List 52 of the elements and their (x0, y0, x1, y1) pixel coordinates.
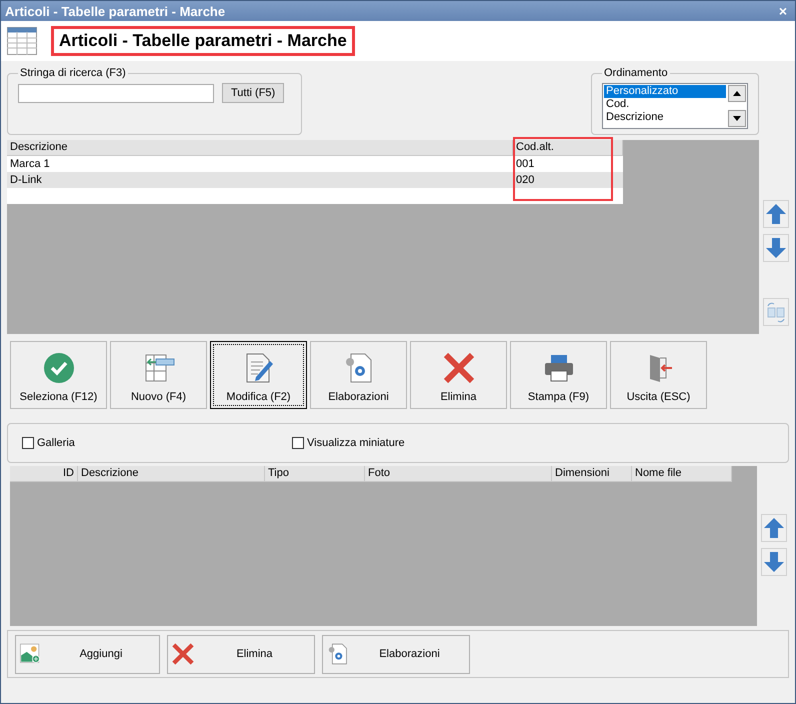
move-up-button[interactable] (761, 514, 787, 542)
caret-up-icon (733, 91, 741, 96)
caret-down-icon (733, 116, 741, 121)
down-arrow-icon (763, 551, 785, 573)
column-header[interactable]: Dimensioni (552, 466, 632, 482)
delete-icon (442, 351, 476, 385)
scroll-up-button[interactable] (728, 85, 746, 102)
scroll-down-button[interactable] (728, 110, 746, 127)
toolbar-button[interactable]: Elaborazioni (310, 341, 407, 409)
checkmark-icon (42, 351, 76, 385)
checkbox[interactable] (22, 437, 34, 449)
move-up-button[interactable] (763, 200, 789, 228)
column-header[interactable]: Nome file (632, 466, 732, 482)
image-add-icon (19, 642, 43, 666)
page-title: Articoli - Tabelle parametri - Marche (59, 31, 347, 50)
move-down-button[interactable] (763, 234, 789, 262)
up-arrow-icon (765, 203, 787, 225)
column-header[interactable]: ID (10, 466, 78, 482)
toolbar-button[interactable]: Modifica (F2) (210, 341, 307, 409)
action-button[interactable]: Elaborazioni (322, 634, 470, 674)
column-header[interactable]: Cod.alt. (513, 140, 623, 156)
document-gear-icon (326, 642, 350, 666)
action-button[interactable]: Elimina (167, 634, 315, 674)
toolbar-button[interactable]: Seleziona (F12) (10, 341, 107, 409)
table-icon (7, 27, 37, 55)
column-header[interactable]: Descrizione (7, 140, 513, 156)
toolbar-button[interactable]: Stampa (F9) (510, 341, 607, 409)
swap-icon (765, 301, 787, 323)
down-arrow-icon (765, 237, 787, 259)
table-cell: D-Link (7, 172, 513, 188)
toolbar-button[interactable]: Elimina (410, 341, 507, 409)
move-down-button[interactable] (761, 548, 787, 576)
checkbox[interactable] (292, 437, 304, 449)
column-header[interactable]: Descrizione (78, 466, 265, 482)
window-title: Articoli - Tabelle parametri - Marche (5, 4, 226, 18)
table-cell: 020 (513, 172, 623, 188)
sort-option[interactable]: Personalizzato (604, 85, 726, 98)
sort-option[interactable]: Cod. (604, 98, 726, 111)
sort-label: Ordinamento (603, 67, 669, 79)
column-header[interactable]: Tipo (265, 466, 365, 482)
checkbox-label: Visualizza miniature (307, 437, 405, 449)
column-header[interactable]: Foto (365, 466, 552, 482)
search-label: Stringa di ricerca (F3) (19, 67, 127, 79)
toolbar-button[interactable]: Uscita (ESC) (610, 341, 707, 409)
action-button[interactable]: Aggiungi (15, 634, 160, 674)
show-all-button[interactable]: Tutti (F5) (222, 83, 284, 103)
up-arrow-icon (763, 517, 785, 539)
toolbar-button[interactable]: Nuovo (F4) (110, 341, 207, 409)
delete-icon (171, 642, 195, 666)
checkbox-label: Galleria (37, 437, 75, 449)
search-field[interactable] (18, 84, 214, 102)
sort-option[interactable]: Descrizione (604, 111, 726, 124)
